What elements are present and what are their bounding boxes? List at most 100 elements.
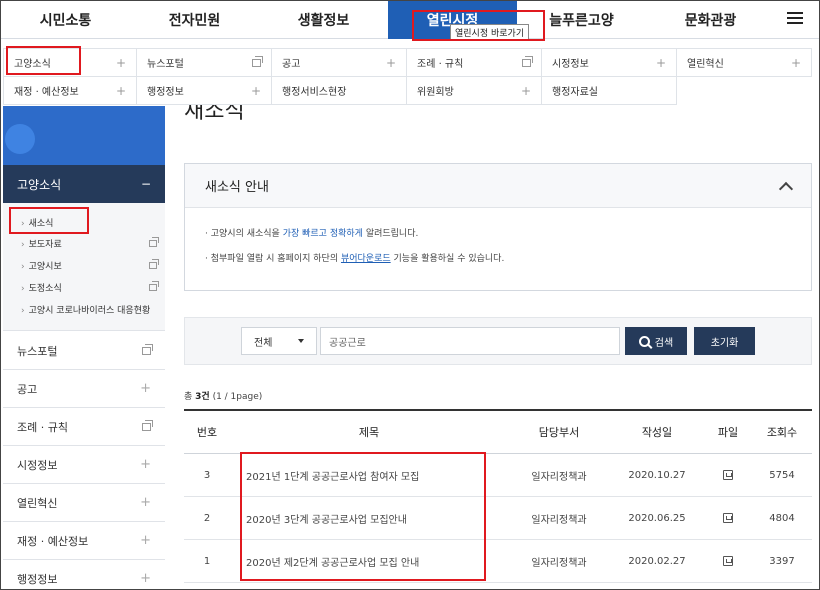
plus-icon: + (520, 83, 531, 98)
sidebar-item-city-info[interactable]: 시정정보 + (3, 446, 165, 484)
highlight-box-sidebar (9, 207, 89, 234)
info-title: 새소식 안내 (205, 180, 269, 195)
plus-icon: + (790, 55, 801, 70)
mega-item-label: 공고 (282, 59, 301, 70)
row-no: 3 (203, 469, 211, 481)
info-line-2-pre: 첨부파일 열람 시 홈페이지 하단의 (210, 254, 341, 264)
mega-item-label: 행정서비스현장 (282, 87, 347, 98)
result-count-post: (1 / 1page) (209, 392, 263, 402)
row-file (710, 540, 746, 582)
sidebar-item-news-portal[interactable]: 뉴스포털 (3, 332, 165, 370)
mega-item-admin-info[interactable]: 행정정보 + (136, 76, 272, 105)
plus-icon: + (115, 83, 126, 98)
row-file (710, 454, 746, 496)
new-window-icon (149, 237, 159, 247)
nav-item-citizen[interactable]: 시민소통 (1, 1, 130, 39)
new-window-icon (149, 259, 159, 269)
viewer-download-link[interactable]: 뷰어다운로드 (341, 254, 391, 264)
new-window-icon (522, 55, 533, 67)
mega-menu: 고양소식 + 뉴스포털 공고 + 조례 · 규칙 시정정보 + 열린혁신 + 재정 · … (3, 48, 813, 106)
mega-item-label: 위원회방 (417, 87, 454, 98)
info-line-1: · 고양시의 새소식을 가장 빠르고 정확하게 알려드립니다. (205, 229, 419, 239)
sidebar-item-label: 조례 · 규칙 (17, 420, 68, 434)
info-box: 새소식 안내 · 고양시의 새소식을 가장 빠르고 정확하게 알려드립니다. ·… (184, 163, 812, 291)
nav-item-culture[interactable]: 문화관광 (646, 1, 775, 39)
row-dept: 일자리정책과 (531, 514, 587, 526)
row-views: 4804 (769, 512, 795, 524)
mega-item-label: 행정자료실 (552, 87, 598, 98)
sidebar-item-label: 뉴스포털 (17, 344, 58, 358)
row-dept: 일자리정책과 (531, 471, 587, 483)
mega-item-news-portal[interactable]: 뉴스포털 (136, 48, 272, 77)
search-category-value: 전체 (254, 337, 273, 349)
result-count: 총 3건 (1 / 1page) (184, 389, 262, 402)
plus-icon: + (140, 571, 151, 586)
chevron-up-icon[interactable] (778, 181, 794, 196)
search-bar: 전체 공공근로 검색 초기화 (184, 317, 812, 365)
sidebar-item-innovation[interactable]: 열린혁신 + (3, 484, 165, 522)
new-window-icon (149, 281, 159, 291)
sidebar-head-goyang-news[interactable]: 고양소식 − (3, 165, 165, 203)
sidebar-sub-bulletin[interactable]: › 고양시보 (21, 259, 159, 272)
row-dept: 일자리정책과 (531, 557, 587, 569)
plus-icon: + (140, 381, 151, 396)
sidebar-item-notice[interactable]: 공고 + (3, 370, 165, 408)
plus-icon: + (140, 533, 151, 548)
info-line-1-post: 알려드립니다. (362, 229, 419, 239)
sidebar-item-admin-info[interactable]: 행정정보 + (3, 560, 165, 589)
attachment-icon[interactable] (723, 556, 733, 566)
page-title: 새소식 (184, 105, 245, 124)
col-header-file: 파일 (717, 426, 739, 439)
attachment-icon[interactable] (723, 513, 733, 523)
browser-frame: 시민소통 전자민원 생활정보 열린시정 늘푸른고양 문화관광 열린시정 바로가기… (0, 0, 820, 590)
info-line-1-pre: 고양시의 새소식을 (210, 229, 283, 239)
col-header-dept: 담당부서 (538, 426, 580, 439)
nav-item-life[interactable]: 생활정보 (259, 1, 388, 39)
mega-item-label: 뉴스포털 (147, 59, 184, 70)
sidebar-sub-covid[interactable]: › 고양시 코로나바이러스 대응현황 (21, 303, 157, 316)
row-no: 2 (203, 512, 211, 524)
info-line-1-em: 가장 빠르고 정확하게 (282, 229, 363, 239)
search-input[interactable]: 공공근로 (320, 327, 620, 355)
sidebar-item-budget[interactable]: 재정 · 예산정보 + (3, 522, 165, 560)
mega-item-city-info[interactable]: 시정정보 + (541, 48, 677, 77)
sidebar-sub-press[interactable]: › 보도자료 (21, 237, 159, 250)
banner-decoration (5, 124, 35, 154)
search-icon (638, 335, 650, 347)
mega-item-notice[interactable]: 공고 + (271, 48, 407, 77)
mega-item-committee[interactable]: 위원회방 + (406, 76, 542, 105)
info-header[interactable]: 새소식 안내 (185, 164, 811, 208)
mega-item-service-site[interactable]: 행정서비스현장 (271, 76, 407, 105)
sidebar-item-ordinance[interactable]: 조례 · 규칙 (3, 408, 165, 446)
mega-item-label: 조례 · 규칙 (417, 59, 464, 70)
row-date: 2020.10.27 (628, 469, 686, 481)
top-nav: 시민소통 전자민원 생활정보 열린시정 늘푸른고양 문화관광 (1, 1, 819, 39)
table-header: 번호 제목 담당부서 작성일 파일 조회수 (184, 409, 812, 454)
bullet-icon: › (21, 262, 25, 272)
row-date: 2020.02.27 (628, 555, 686, 567)
mega-item-label: 시정정보 (552, 59, 589, 70)
new-window-icon (142, 419, 153, 431)
hamburger-icon[interactable] (787, 12, 803, 25)
plus-icon: + (655, 55, 666, 70)
plus-icon: + (140, 495, 151, 510)
search-button[interactable]: 검색 (625, 327, 687, 355)
reset-button[interactable]: 초기화 (694, 327, 755, 355)
highlight-box-results (240, 452, 486, 581)
attachment-icon[interactable] (723, 470, 733, 480)
search-button-label: 검색 (654, 337, 674, 349)
minus-icon: − (140, 177, 151, 191)
mega-item-ordinance[interactable]: 조례 · 규칙 (406, 48, 542, 77)
mega-item-archive[interactable]: 행정자료실 (541, 76, 677, 105)
mega-item-innovation[interactable]: 열린혁신 + (676, 48, 812, 77)
plus-icon: + (250, 83, 261, 98)
col-header-date: 작성일 (641, 426, 673, 439)
search-category-select[interactable]: 전체 (241, 327, 317, 355)
new-window-icon (142, 343, 153, 355)
sidebar-item-label: 시정정보 (17, 458, 58, 472)
row-date: 2020.06.25 (628, 512, 686, 524)
sidebar-sub-province[interactable]: › 도정소식 (21, 281, 159, 294)
nav-item-civil[interactable]: 전자민원 (130, 1, 259, 39)
mega-item-budget[interactable]: 재정 · 예산정보 + (3, 76, 137, 105)
sidebar-sub-label: 고양시 코로나바이러스 대응현황 (28, 306, 151, 316)
